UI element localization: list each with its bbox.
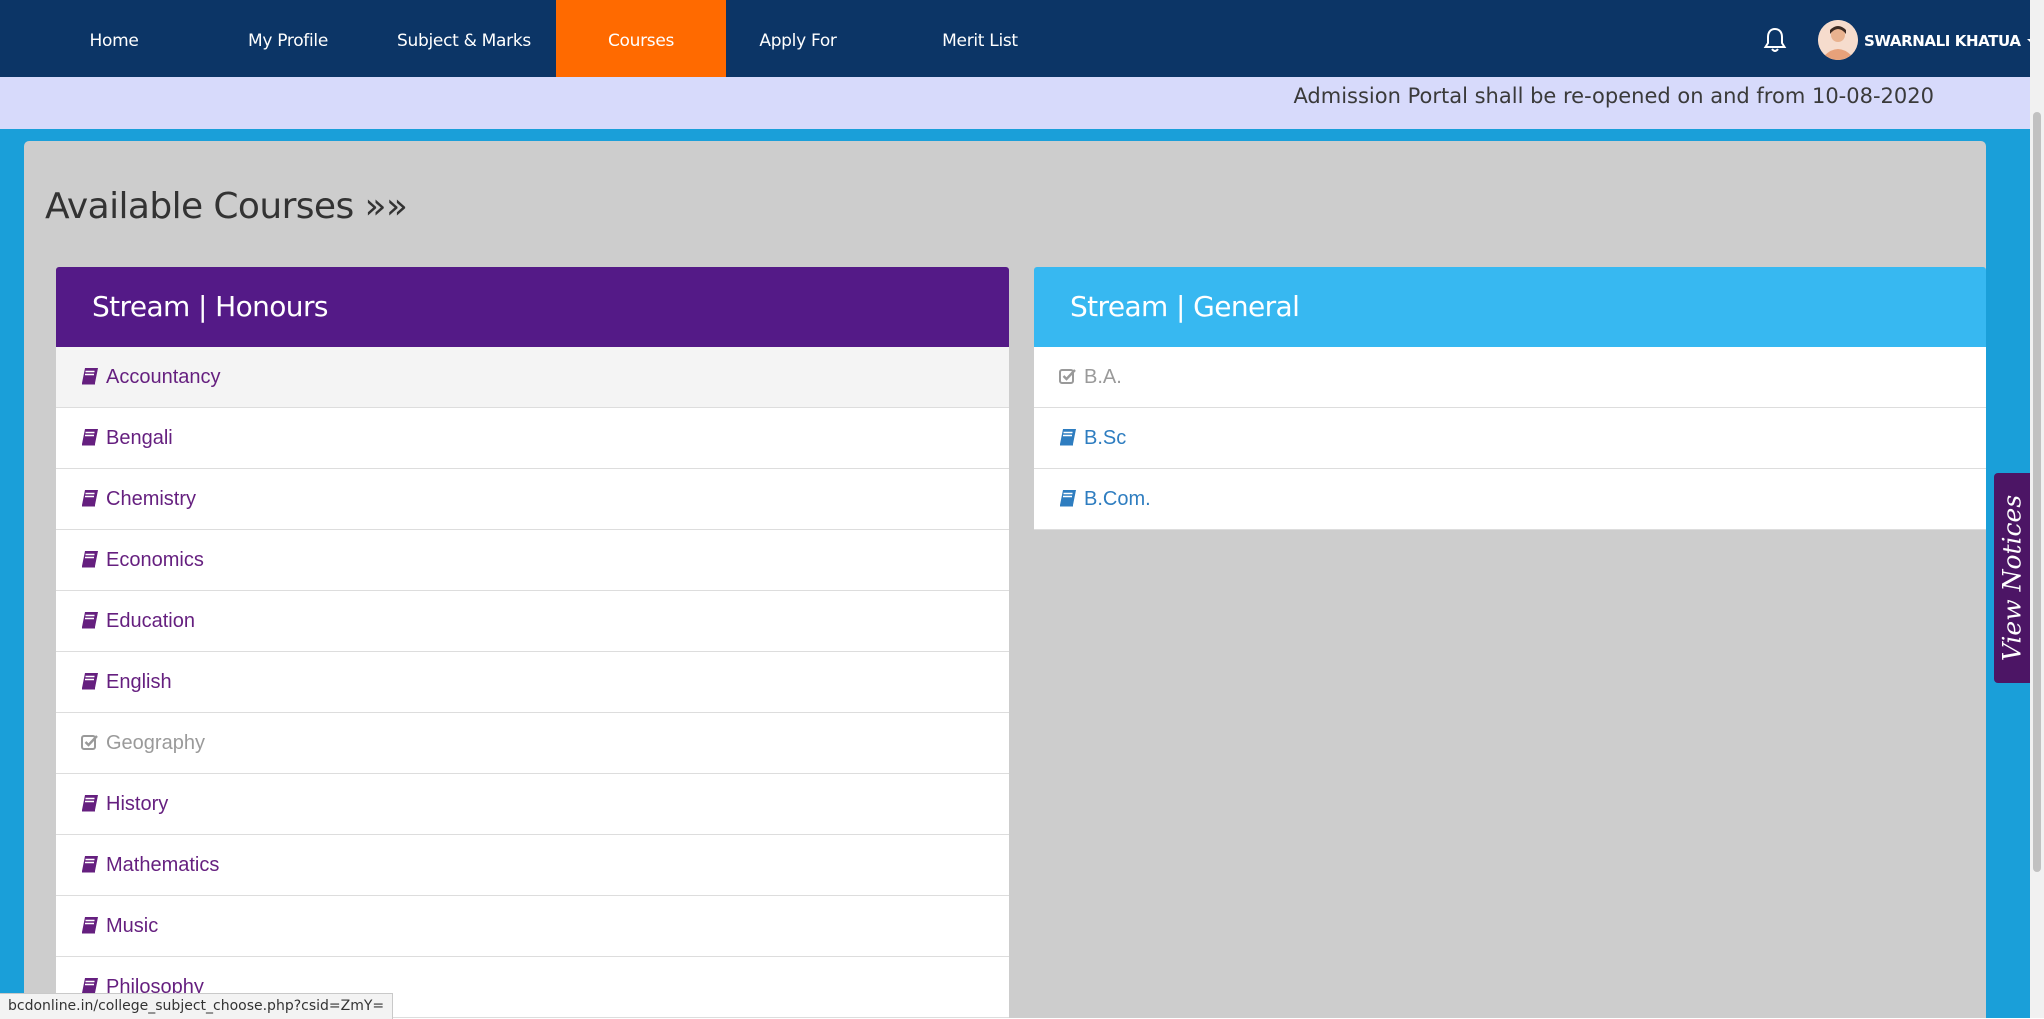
- check-square-icon: [1059, 369, 1076, 384]
- course-label: History: [106, 793, 169, 815]
- notice-bar: Admission Portal shall be re-opened on a…: [0, 77, 2044, 129]
- honours-header: Stream | Honours: [56, 267, 1009, 347]
- honours-card: Stream | Honours Accountancy Bengali Che…: [56, 267, 1009, 1018]
- book-icon: [82, 612, 98, 629]
- course-label: Chemistry: [106, 488, 197, 510]
- general-card: Stream | General B.A. B.Sc B.Com.: [1034, 267, 1986, 530]
- nav-subject-marks[interactable]: Subject & Marks: [388, 0, 540, 77]
- avatar[interactable]: [1818, 20, 1858, 60]
- view-notices-label: View Notices: [1997, 494, 2027, 662]
- course-label: B.Com.: [1084, 488, 1151, 510]
- course-label: Accountancy: [106, 366, 221, 388]
- course-item[interactable]: English: [56, 652, 1009, 713]
- nav-home[interactable]: Home: [60, 0, 168, 77]
- course-item[interactable]: Education: [56, 591, 1009, 652]
- course-item[interactable]: B.Com.: [1034, 469, 1986, 530]
- course-label: Education: [106, 610, 195, 632]
- book-icon: [82, 917, 98, 934]
- status-url: bcdonline.in/college_subject_choose.php?…: [0, 993, 394, 1019]
- page-title: Available Courses »»: [45, 186, 408, 227]
- course-label: English: [106, 671, 172, 693]
- book-icon: [82, 490, 98, 507]
- course-item-selected: Geography: [56, 713, 1009, 774]
- nav-merit-list[interactable]: Merit List: [930, 0, 1030, 77]
- course-item[interactable]: History: [56, 774, 1009, 835]
- nav-courses[interactable]: Courses: [556, 0, 726, 77]
- course-label: Economics: [106, 549, 204, 571]
- notice-text: Admission Portal shall be re-opened on a…: [1293, 84, 1934, 108]
- course-item[interactable]: Accountancy: [56, 347, 1009, 408]
- course-label: Bengali: [106, 427, 173, 449]
- course-label: B.Sc: [1084, 427, 1127, 449]
- course-item[interactable]: Bengali: [56, 408, 1009, 469]
- course-label: B.A.: [1084, 366, 1122, 388]
- course-item[interactable]: B.Sc: [1034, 408, 1986, 469]
- course-item[interactable]: Music: [56, 896, 1009, 957]
- book-icon: [82, 368, 98, 385]
- book-icon: [82, 673, 98, 690]
- course-item[interactable]: Economics: [56, 530, 1009, 591]
- general-header: Stream | General: [1034, 267, 1986, 347]
- course-label: Geography: [106, 732, 205, 754]
- user-name: SWARNALI KHATUA: [1864, 32, 2021, 50]
- book-icon: [82, 429, 98, 446]
- user-menu[interactable]: SWARNALI KHATUA: [1864, 0, 2037, 77]
- nav-my-profile[interactable]: My Profile: [228, 0, 348, 77]
- course-item[interactable]: Mathematics: [56, 835, 1009, 896]
- top-navbar: Home My Profile Subject & Marks Courses …: [0, 0, 2044, 77]
- book-icon: [82, 795, 98, 812]
- nav-apply-for[interactable]: Apply For: [738, 0, 858, 77]
- course-label: Music: [106, 915, 159, 937]
- bell-icon[interactable]: [1763, 26, 1787, 54]
- check-square-icon: [81, 735, 98, 750]
- view-notices-tab[interactable]: View Notices: [1994, 473, 2030, 683]
- book-icon: [1060, 490, 1076, 507]
- course-item-selected: B.A.: [1034, 347, 1986, 408]
- book-icon: [82, 551, 98, 568]
- course-label: Mathematics: [106, 854, 220, 876]
- user-avatar-icon: [1818, 20, 1858, 60]
- course-item[interactable]: Chemistry: [56, 469, 1009, 530]
- scrollbar-thumb[interactable]: [2033, 112, 2041, 872]
- book-icon: [82, 856, 98, 873]
- book-icon: [1060, 429, 1076, 446]
